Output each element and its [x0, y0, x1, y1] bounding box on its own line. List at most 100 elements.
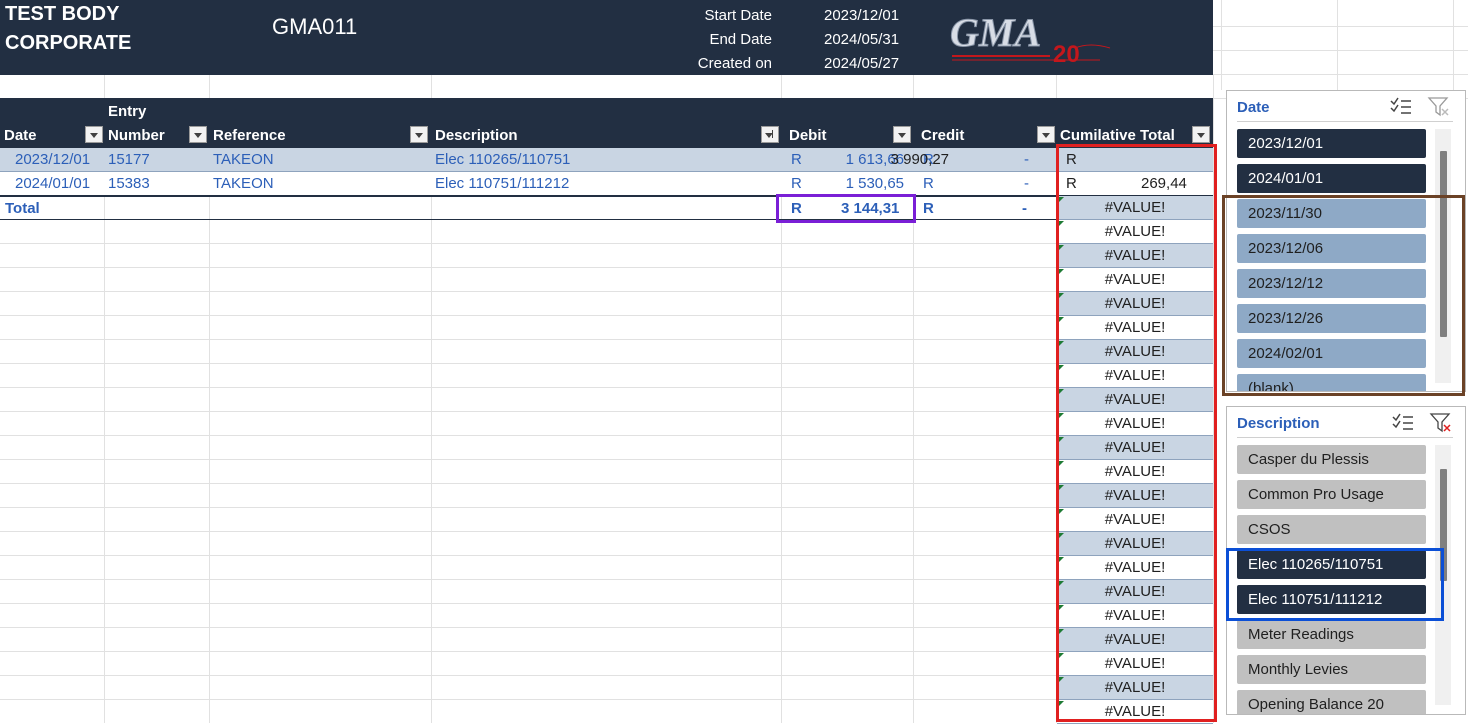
cumulative-error-cell[interactable]: #VALUE! [1057, 580, 1213, 604]
filter-cumulative-button[interactable] [1192, 126, 1210, 143]
slicer-item[interactable]: Common Pro Usage [1237, 480, 1426, 509]
multi-select-icon[interactable] [1391, 412, 1415, 434]
slicer-item[interactable]: Meter Readings [1237, 620, 1426, 649]
row-cum-currency: R [1066, 151, 1077, 168]
filter-reference-button[interactable] [410, 126, 428, 143]
filter-entry-button[interactable] [189, 126, 207, 143]
cumulative-error-cell[interactable]: #VALUE! [1057, 340, 1213, 364]
slicer-item[interactable]: 2023/12/01 [1237, 129, 1426, 158]
row-entry: 15383 [108, 175, 150, 192]
col-header-date: Date [4, 127, 37, 144]
cumulative-error-cell[interactable]: #VALUE! [1057, 412, 1213, 436]
row-debit: 1 530,65 [845, 175, 904, 192]
cumulative-error-cell[interactable]: #VALUE! [1057, 652, 1213, 676]
slicer-scrollbar-thumb[interactable] [1440, 151, 1447, 337]
row-reference: TAKEON [213, 151, 274, 168]
error-indicator-icon [1058, 221, 1064, 227]
date-slicer[interactable]: Date 2023/12/01 2024/01/01 2023/11/30 2023/… [1226, 90, 1466, 392]
error-indicator-icon [1058, 629, 1064, 635]
slicer-item[interactable]: 2024/02/01 [1237, 339, 1426, 368]
table-row[interactable]: 2024/01/01 15383 TAKEON Elec 110751/1112… [0, 172, 1213, 196]
cumulative-error-cell[interactable]: #VALUE! [1057, 388, 1213, 412]
cumulative-error-cell[interactable]: #VALUE! [1057, 508, 1213, 532]
col-header-debit: Debit [789, 127, 827, 144]
gridline-horizontal [0, 603, 1056, 604]
org-name: TEST BODY CORPORATE [5, 3, 132, 50]
slicer-item[interactable]: Casper du Plessis [1237, 445, 1426, 474]
cumulative-error-cell[interactable]: #VALUE! [1057, 628, 1213, 652]
col-header-reference: Reference [213, 127, 286, 144]
slicer-item[interactable]: (blank) [1237, 374, 1426, 391]
cumulative-error-cell[interactable]: #VALUE! [1057, 676, 1213, 700]
error-text: #VALUE! [1104, 271, 1166, 288]
error-indicator-icon [1058, 461, 1064, 467]
slicer-item[interactable]: 2024/01/01 [1237, 164, 1426, 193]
slicer-item[interactable]: Elec 110265/110751 [1237, 550, 1426, 579]
cumulative-error-cell[interactable]: #VALUE! [1057, 436, 1213, 460]
error-indicator-icon [1058, 485, 1064, 491]
cumulative-error-cell[interactable]: #VALUE! [1057, 292, 1213, 316]
cumulative-error-cell[interactable]: #VALUE! [1057, 268, 1213, 292]
cumulative-error-cell[interactable]: #VALUE! [1057, 316, 1213, 340]
slicer-item[interactable]: Elec 110751/111212 [1237, 585, 1426, 614]
company-logo: GMA 20 [950, 10, 1111, 68]
clear-filter-icon[interactable] [1429, 412, 1453, 434]
cumulative-error-cell[interactable]: #VALUE! [1057, 484, 1213, 508]
cumulative-error-cell[interactable]: #VALUE! [1057, 532, 1213, 556]
multi-select-icon[interactable] [1389, 96, 1413, 118]
gridline-horizontal [0, 627, 1056, 628]
clear-filter-icon[interactable] [1427, 96, 1451, 118]
slicer-item[interactable]: 2023/11/30 [1237, 199, 1426, 228]
error-text: #VALUE! [1104, 319, 1166, 336]
filter-date-button[interactable] [85, 126, 103, 143]
error-indicator-icon [1058, 413, 1064, 419]
col-header-entry-1: Entry [108, 103, 147, 120]
cumulative-error-cell[interactable]: #VALUE! [1057, 196, 1213, 220]
gridline-horizontal [1213, 26, 1468, 27]
filter-credit-button[interactable] [1037, 126, 1055, 143]
slicer-item[interactable]: CSOS [1237, 515, 1426, 544]
svg-text:GMA: GMA [950, 10, 1041, 55]
svg-text:20: 20 [1053, 41, 1080, 68]
error-indicator-icon [1058, 317, 1064, 323]
filter-description-active-button[interactable] [761, 126, 779, 143]
cumulative-error-cell[interactable]: #VALUE! [1057, 604, 1213, 628]
gridline-horizontal [0, 555, 1056, 556]
cumulative-error-cell[interactable]: #VALUE! [1057, 700, 1213, 724]
slicer-item[interactable]: 2023/12/06 [1237, 234, 1426, 263]
slicer-divider [1237, 437, 1453, 438]
start-date-value: 2023/12/01 [824, 7, 900, 24]
slicer-scrollbar-thumb[interactable] [1440, 469, 1447, 581]
col-header-cumulative: Cumilative Total [1060, 127, 1175, 144]
gridline-horizontal [0, 387, 1056, 388]
gridline-horizontal [0, 579, 1056, 580]
created-on-label: Created on [697, 55, 772, 72]
gridline-horizontal [0, 699, 1056, 700]
cumulative-error-cell[interactable]: #VALUE! [1057, 460, 1213, 484]
gridline-horizontal [0, 291, 1056, 292]
gridline-horizontal [0, 531, 1056, 532]
error-indicator-icon [1058, 557, 1064, 563]
error-indicator-icon [1058, 677, 1064, 683]
gridline-horizontal [1213, 50, 1468, 51]
description-slicer[interactable]: Description Casper du Plessis Common Pro … [1226, 406, 1466, 715]
filter-debit-button[interactable] [893, 126, 911, 143]
cumulative-error-cell[interactable]: #VALUE! [1057, 364, 1213, 388]
col-header-credit: Credit [921, 127, 965, 144]
cumulative-error-cell[interactable]: #VALUE! [1057, 556, 1213, 580]
error-indicator-icon [1058, 197, 1064, 203]
slicer-item[interactable]: 2023/12/12 [1237, 269, 1426, 298]
col-header-description: Description [435, 127, 518, 144]
error-text: #VALUE! [1104, 631, 1166, 648]
error-indicator-icon [1058, 701, 1064, 707]
table-row[interactable]: 2023/12/01 15177 TAKEON Elec 110265/1107… [0, 148, 1213, 172]
cumulative-error-cell[interactable]: #VALUE! [1057, 220, 1213, 244]
slicer-item[interactable]: 2023/12/26 [1237, 304, 1426, 333]
error-text: #VALUE! [1104, 367, 1166, 384]
slicer-item[interactable]: Opening Balance 20 [1237, 690, 1426, 714]
error-text: #VALUE! [1104, 223, 1166, 240]
slicer-item[interactable]: Monthly Levies [1237, 655, 1426, 684]
cumulative-error-cell[interactable]: #VALUE! [1057, 244, 1213, 268]
error-indicator-icon [1058, 437, 1064, 443]
error-text: #VALUE! [1104, 415, 1166, 432]
